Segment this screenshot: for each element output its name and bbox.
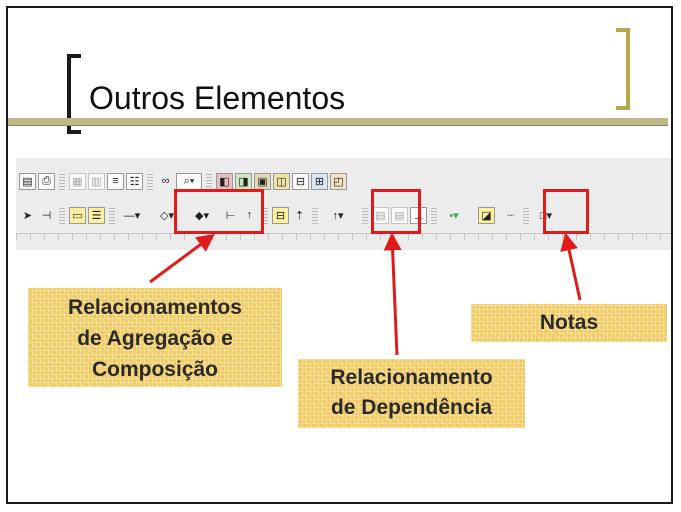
callout-aggregation-line3: Composição (91, 358, 219, 381)
callout-notes: Notas (471, 304, 667, 342)
highlight-dependency (371, 189, 421, 234)
menu-bar-cropped (16, 158, 671, 165)
highlight-notes (543, 189, 589, 234)
dependency-icon[interactable]: ↑▾ (325, 207, 351, 224)
toolbar-separator (206, 172, 212, 190)
title-underline-band (8, 118, 668, 125)
title-underline-shadow (8, 125, 668, 126)
highlight-aggregation (174, 189, 264, 234)
interface-box-icon[interactable]: ☰ (88, 206, 105, 224)
ruler (16, 233, 671, 248)
class-box-icon[interactable]: ▭ (69, 206, 86, 224)
toolbar-separator (312, 206, 318, 224)
callout-notes-label: Notas (539, 311, 599, 334)
diagram-red-icon[interactable]: ◧ (216, 172, 233, 190)
zoom-icon[interactable]: ⌕▾ (176, 172, 202, 190)
note-link-icon[interactable]: ┈ (502, 207, 519, 224)
diagram-state-icon[interactable]: ⊟ (292, 172, 309, 190)
toolbar-separator (59, 172, 65, 190)
diagram-class-icon[interactable]: ▣ (254, 172, 271, 190)
select-arrow-icon[interactable]: ➤ (19, 207, 36, 224)
toolbar-separator (147, 172, 153, 190)
print-icon[interactable]: ⎙ (38, 172, 55, 190)
dot-icon[interactable]: •▾ (441, 207, 467, 224)
diagram-seq-icon[interactable]: ◫ (273, 172, 290, 190)
callout-dependency-line1: Relacionamento (330, 366, 493, 389)
note-icon[interactable]: ◪ (478, 206, 495, 224)
toolbar-separator (362, 206, 368, 224)
callout-aggregation: Relacionamentos de Agregação e Composiçã… (28, 288, 282, 387)
diagram-green-icon[interactable]: ◨ (235, 172, 252, 190)
slide-title: Outros Elementos (89, 80, 346, 116)
diagram-comp-icon[interactable]: ⊞ (311, 172, 328, 190)
diagram-deploy-icon[interactable]: ◰ (330, 172, 347, 190)
anchor-icon[interactable]: ⊣ (38, 207, 55, 224)
realization-icon[interactable]: ⇡ (291, 207, 308, 224)
page-icon[interactable]: ▤ (19, 172, 36, 190)
callout-aggregation-line1: Relacionamentos (68, 296, 242, 319)
grid-icon[interactable]: ▦ (69, 172, 86, 190)
association-line-icon[interactable]: —▾ (119, 207, 145, 224)
binoculars-icon[interactable]: ∞ (157, 173, 174, 190)
align-icon[interactable]: ≡ (107, 172, 124, 190)
trash-icon[interactable]: ▥ (88, 172, 105, 190)
toolbar-separator (109, 206, 115, 224)
callout-dependency-line2: de Dependência (330, 396, 493, 419)
slide: Outros Elementos ▤ ⎙ ▦ ▥ ≡ ☷ ∞ ⌕▾ ◧ ◨ ▣ … (6, 6, 673, 504)
callout-dependency: Relacionamento de Dependência (298, 359, 525, 428)
callout-aggregation-line2: de Agregação e (77, 327, 233, 350)
toolbar-separator (59, 206, 65, 224)
decorative-bracket-right (616, 28, 630, 110)
toolbar-separator (431, 206, 437, 224)
toolbar-separator (523, 206, 529, 224)
list-icon[interactable]: ☷ (126, 172, 143, 190)
package-icon[interactable]: ⊟ (272, 206, 289, 224)
toolbar-row-2: ➤ ⊣ ▭ ☰ —▾ ◇▾ ◆▾ ⊢ ↑ ⊟ ⇡ ↑▾ ▤ ▤ ⊥ •▾ ◪ ┈… (18, 203, 560, 227)
